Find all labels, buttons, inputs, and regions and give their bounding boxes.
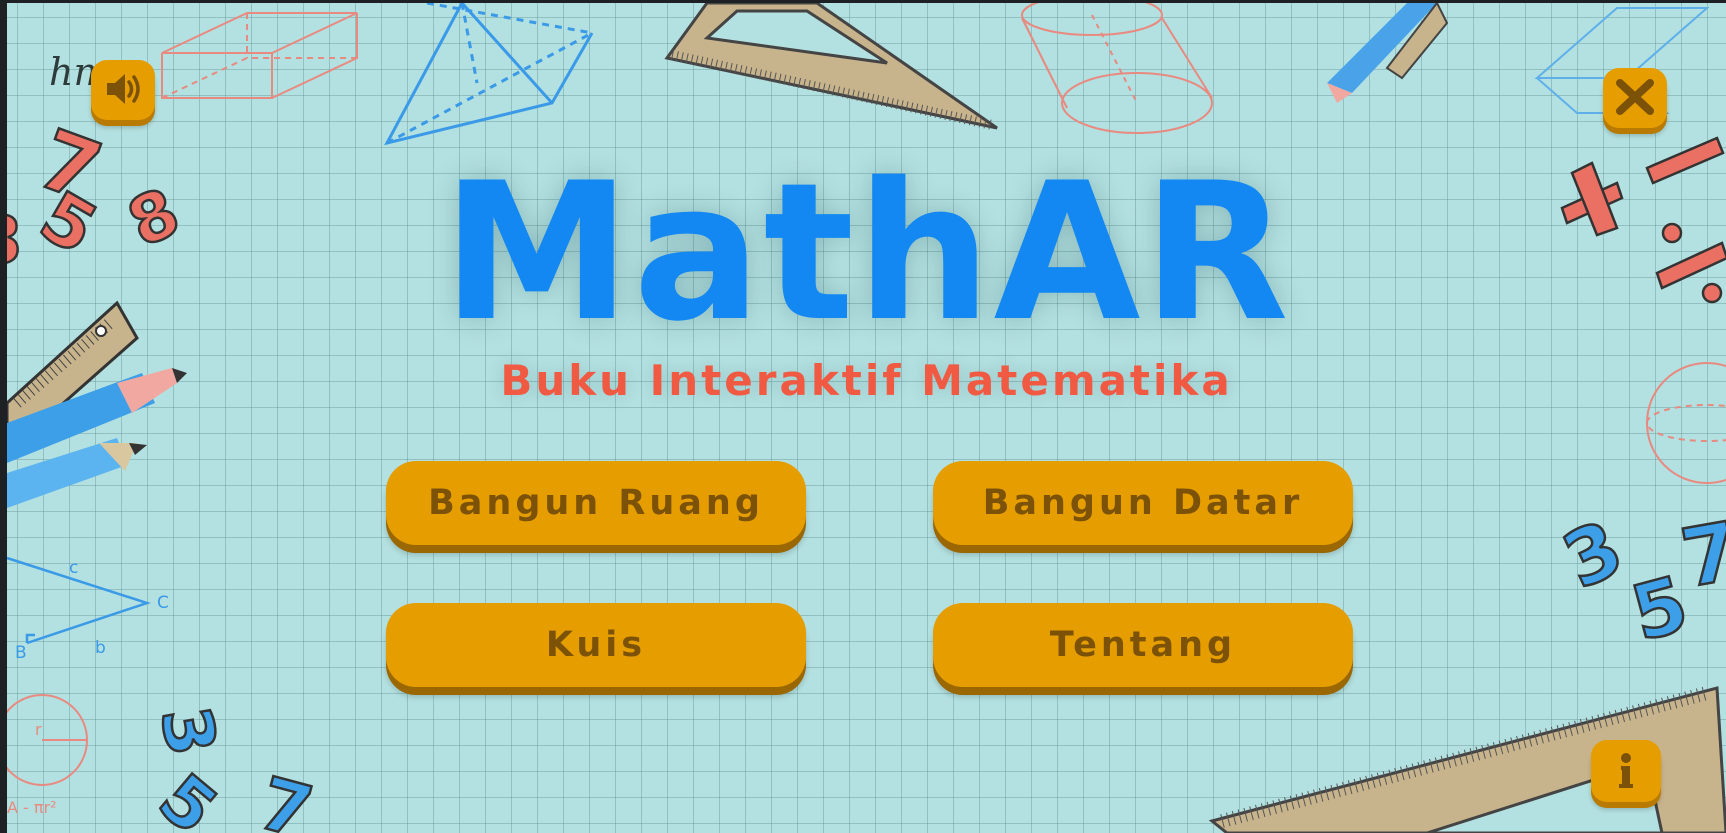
svg-text:b: b (95, 638, 106, 658)
cube-drawing (161, 12, 358, 99)
pyramid-drawing (384, 3, 594, 146)
svg-text:A - πr²: A - πr² (7, 798, 57, 817)
bangun-datar-label: Bangun Datar (982, 483, 1304, 523)
triangle-labels: c C B b (15, 558, 169, 663)
bangun-ruang-button[interactable]: Bangun Ruang (386, 461, 806, 545)
circle-formula-drawing (7, 694, 88, 786)
set-square-top (664, 3, 998, 130)
pencil-blue-left (7, 438, 147, 508)
digits-bottom-left: 3 5 7 (143, 700, 323, 833)
math-doodles-background: hm 7 5 8 3 c C (7, 3, 1726, 833)
tentang-label: Tentang (1049, 625, 1237, 665)
info-button[interactable] (1591, 740, 1661, 802)
cylinder-drawing (1021, 3, 1213, 134)
app-title: MathAR (442, 142, 1291, 363)
close-button[interactable] (1603, 68, 1667, 128)
svg-text:B: B (15, 643, 27, 663)
kuis-button[interactable]: Kuis (386, 603, 806, 687)
speaker-icon (103, 69, 143, 112)
main-menu-screen: hm 7 5 8 3 c C (7, 3, 1726, 833)
sound-toggle-button[interactable] (91, 60, 155, 120)
bangun-ruang-label: Bangun Ruang (428, 483, 764, 523)
app-subtitle: Buku Interaktif Matematika (500, 356, 1233, 405)
close-icon (1615, 77, 1655, 120)
svg-text:r: r (35, 720, 42, 739)
tentang-button[interactable]: Tentang (933, 603, 1353, 687)
kuis-label: Kuis (545, 625, 647, 665)
svg-text:7: 7 (251, 761, 321, 833)
svg-text:3: 3 (1550, 503, 1636, 606)
bangun-datar-button[interactable]: Bangun Datar (933, 461, 1353, 545)
svg-text:5: 5 (1623, 559, 1697, 659)
triangle-abc (7, 556, 152, 645)
svg-text:7: 7 (1675, 504, 1726, 605)
pencil-top-right (1327, 3, 1449, 103)
svg-text:c: c (69, 558, 78, 578)
svg-text:3: 3 (144, 701, 230, 761)
svg-text:5: 5 (144, 759, 231, 833)
digits-right: 3 5 7 (1549, 502, 1726, 660)
info-icon (1611, 750, 1641, 793)
svg-text:C: C (157, 593, 169, 613)
